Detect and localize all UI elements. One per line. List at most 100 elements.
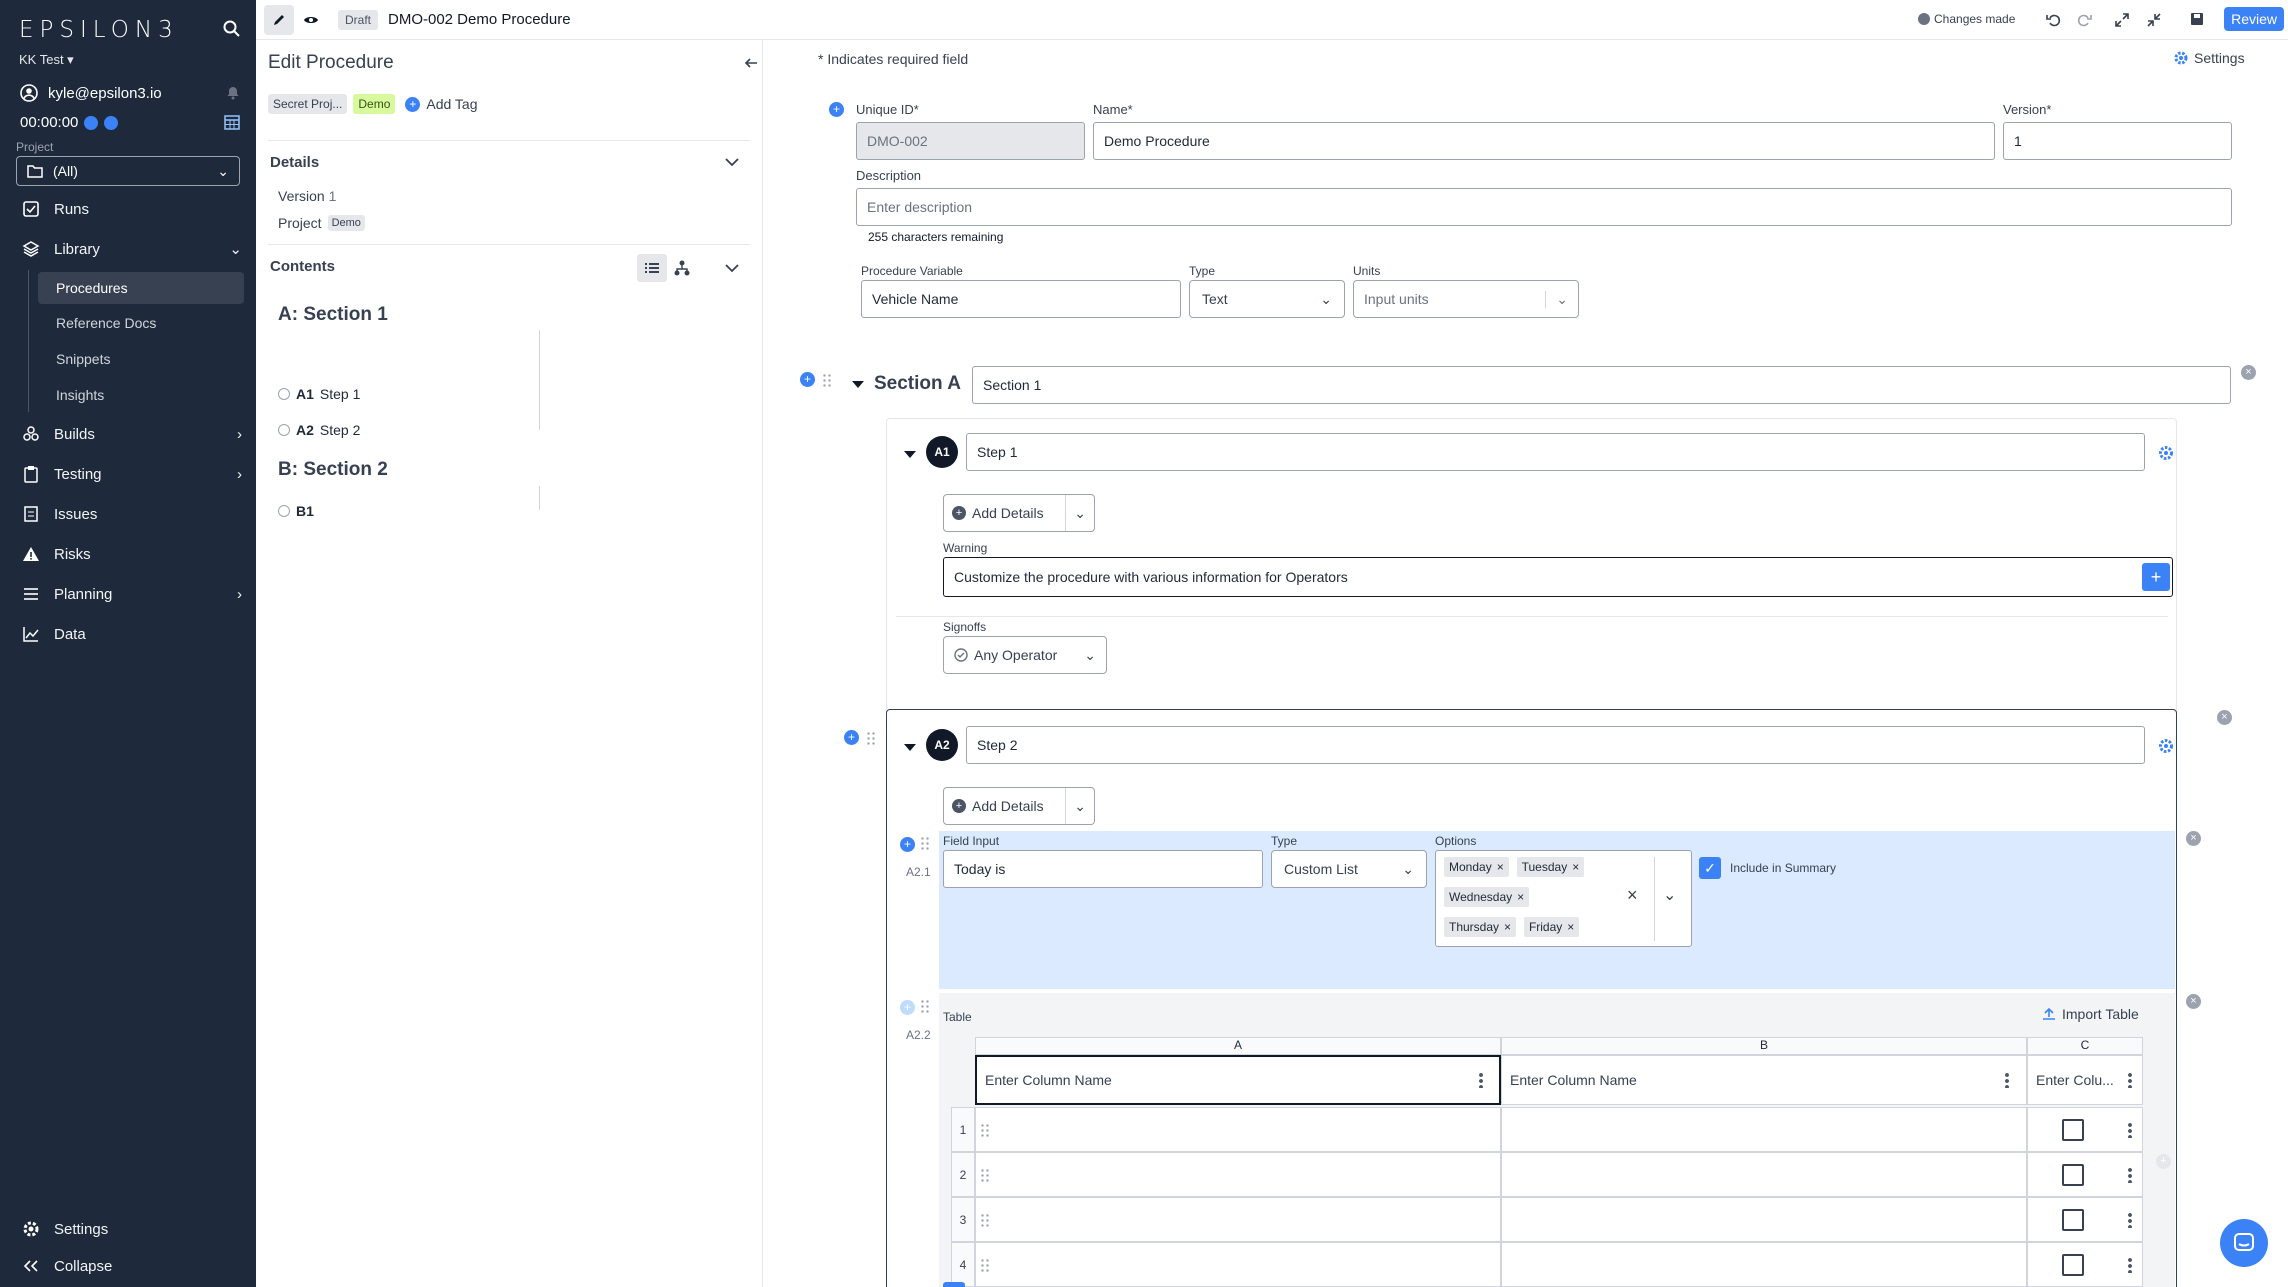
row-drag-handle-icon[interactable] <box>980 1123 990 1137</box>
row-menu-icon[interactable] <box>2128 1167 2132 1183</box>
collapse-step-icon[interactable] <box>904 744 916 751</box>
chevron-down-icon[interactable] <box>724 262 740 274</box>
collapse-step-icon[interactable] <box>904 451 916 458</box>
review-button[interactable]: Review <box>2224 7 2284 31</box>
details-header[interactable]: Details <box>270 154 319 171</box>
row-drag-handle-icon[interactable] <box>980 1168 990 1182</box>
drag-handle-icon[interactable] <box>920 999 930 1013</box>
user-menu[interactable]: kyle@epsilon3.io <box>20 84 162 102</box>
add-details-main[interactable]: + Add Details <box>944 798 1052 814</box>
tree-view-icon[interactable] <box>674 260 690 276</box>
warning-field[interactable]: Customize the procedure with various inf… <box>943 557 2173 597</box>
table-cell[interactable] <box>975 1242 1501 1287</box>
chevron-down-icon[interactable]: ⌄ <box>1065 788 1094 824</box>
add-warning-button[interactable]: + <box>2142 563 2170 591</box>
remove-content-icon[interactable]: × <box>2186 831 2201 846</box>
row-drag-handle-icon[interactable] <box>980 1258 990 1272</box>
settings-button[interactable]: Settings <box>2174 50 2245 66</box>
add-details-button[interactable]: + Add Details ⌄ <box>943 787 1095 825</box>
row-menu-icon[interactable] <box>2128 1122 2132 1138</box>
column-menu-icon[interactable] <box>1479 1072 1483 1088</box>
remove-option-icon[interactable]: × <box>1567 920 1574 934</box>
step-settings-icon[interactable] <box>2158 445 2174 461</box>
table-checkbox[interactable] <box>2062 1164 2084 1186</box>
step-a1-link[interactable]: A1 Step 1 <box>278 386 360 402</box>
subnav-snippets[interactable]: Snippets <box>38 343 244 375</box>
column-menu-icon[interactable] <box>2005 1072 2009 1088</box>
table-cell[interactable] <box>975 1152 1501 1197</box>
edit-mode-button[interactable] <box>264 5 294 35</box>
nav-testing[interactable]: Testing › <box>0 456 256 492</box>
options-multiselect[interactable]: Monday × Tuesday × Wednesday × Thursday × Fr… <box>1435 850 1692 947</box>
play-icon[interactable] <box>84 115 99 130</box>
tag-demo[interactable]: Demo <box>353 94 396 114</box>
add-details-button[interactable]: + Add Details ⌄ <box>943 494 1095 532</box>
org-switcher[interactable]: KK Test ▾ <box>19 52 74 68</box>
subnav-procedures[interactable]: Procedures <box>38 272 244 304</box>
drag-handle-icon[interactable] <box>920 836 930 850</box>
subnav-reference-docs[interactable]: Reference Docs <box>38 307 244 339</box>
bell-icon[interactable] <box>226 86 240 100</box>
compress-icon[interactable] <box>2146 12 2162 28</box>
table-cell[interactable] <box>1501 1107 2027 1152</box>
add-details-main[interactable]: + Add Details <box>944 505 1052 521</box>
add-content-icon[interactable]: + <box>900 837 915 852</box>
name-field[interactable]: Demo Procedure <box>1093 122 1995 160</box>
add-section-icon[interactable]: + <box>800 372 815 387</box>
remove-step-icon[interactable]: × <box>2217 710 2232 725</box>
expand-icon[interactable] <box>2114 12 2130 28</box>
add-column-icon[interactable]: + <box>2156 1154 2171 1169</box>
step-name-field[interactable]: Step 1 <box>966 433 2145 471</box>
remove-option-icon[interactable]: × <box>1497 860 1504 874</box>
units-select[interactable]: Input units ⌄ <box>1353 280 1579 318</box>
add-header-content-icon[interactable]: + <box>829 102 844 117</box>
import-table-button[interactable]: Import Table <box>2042 1006 2139 1022</box>
chevron-down-icon[interactable]: ⌄ <box>1663 885 1676 905</box>
table-cell[interactable] <box>975 1107 1501 1152</box>
table-cell[interactable] <box>1501 1242 2027 1287</box>
nav-runs[interactable]: Runs <box>0 191 256 227</box>
chevron-down-icon[interactable]: ⌄ <box>1065 495 1094 531</box>
field-type-select[interactable]: Custom List ⌄ <box>1271 850 1427 888</box>
save-icon[interactable] <box>2190 12 2204 26</box>
column-menu-icon[interactable] <box>2128 1072 2132 1088</box>
proc-var-field[interactable]: Vehicle Name <box>861 280 1181 318</box>
table-cell[interactable] <box>975 1197 1501 1242</box>
nav-library[interactable]: Library ⌄ <box>0 231 256 267</box>
signoff-select[interactable]: Any Operator ⌄ <box>943 636 1107 674</box>
column-name-cell[interactable]: Enter Colu... <box>2027 1055 2143 1105</box>
section-name-field[interactable]: Section 1 <box>972 366 2231 404</box>
subnav-insights[interactable]: Insights <box>38 379 244 411</box>
remove-section-icon[interactable]: × <box>2241 365 2256 380</box>
table-checkbox[interactable] <box>2062 1209 2084 1231</box>
row-menu-icon[interactable] <box>2128 1212 2132 1228</box>
stop-icon[interactable] <box>104 115 119 130</box>
list-view-button[interactable] <box>637 254 667 282</box>
field-input-field[interactable]: Today is <box>943 850 1263 888</box>
table-checkbox[interactable] <box>2062 1119 2084 1141</box>
redo-icon[interactable] <box>2076 12 2092 28</box>
nav-planning[interactable]: Planning › <box>0 576 256 612</box>
step-b1-link[interactable]: B1 <box>278 503 314 519</box>
tag-secret-project[interactable]: Secret Proj... <box>268 94 348 114</box>
add-step-icon[interactable]: + <box>844 730 859 745</box>
step-settings-icon[interactable] <box>2158 738 2174 754</box>
column-name-cell[interactable]: Enter Column Name <box>975 1055 1501 1105</box>
undo-icon[interactable] <box>2046 12 2062 28</box>
nav-risks[interactable]: Risks <box>0 536 256 572</box>
step-name-field[interactable]: Step 2 <box>966 726 2145 764</box>
collapse-panel-icon[interactable] <box>744 56 758 70</box>
chevron-down-icon[interactable] <box>724 156 740 168</box>
row-menu-icon[interactable] <box>2128 1257 2132 1273</box>
nav-settings[interactable]: Settings <box>0 1211 256 1247</box>
drag-handle-icon[interactable] <box>822 373 832 387</box>
table-checkbox[interactable] <box>2062 1254 2084 1276</box>
add-content-icon[interactable]: + <box>900 1000 915 1015</box>
remove-option-icon[interactable]: × <box>1517 890 1524 904</box>
include-summary-checkbox[interactable]: ✓ <box>1699 857 1721 879</box>
preview-button[interactable] <box>296 5 326 35</box>
calendar-icon[interactable] <box>224 114 240 130</box>
section-a-link[interactable]: A: Section 1 <box>278 304 388 326</box>
row-drag-handle-icon[interactable] <box>980 1213 990 1227</box>
type-select[interactable]: Text ⌄ <box>1189 280 1345 318</box>
